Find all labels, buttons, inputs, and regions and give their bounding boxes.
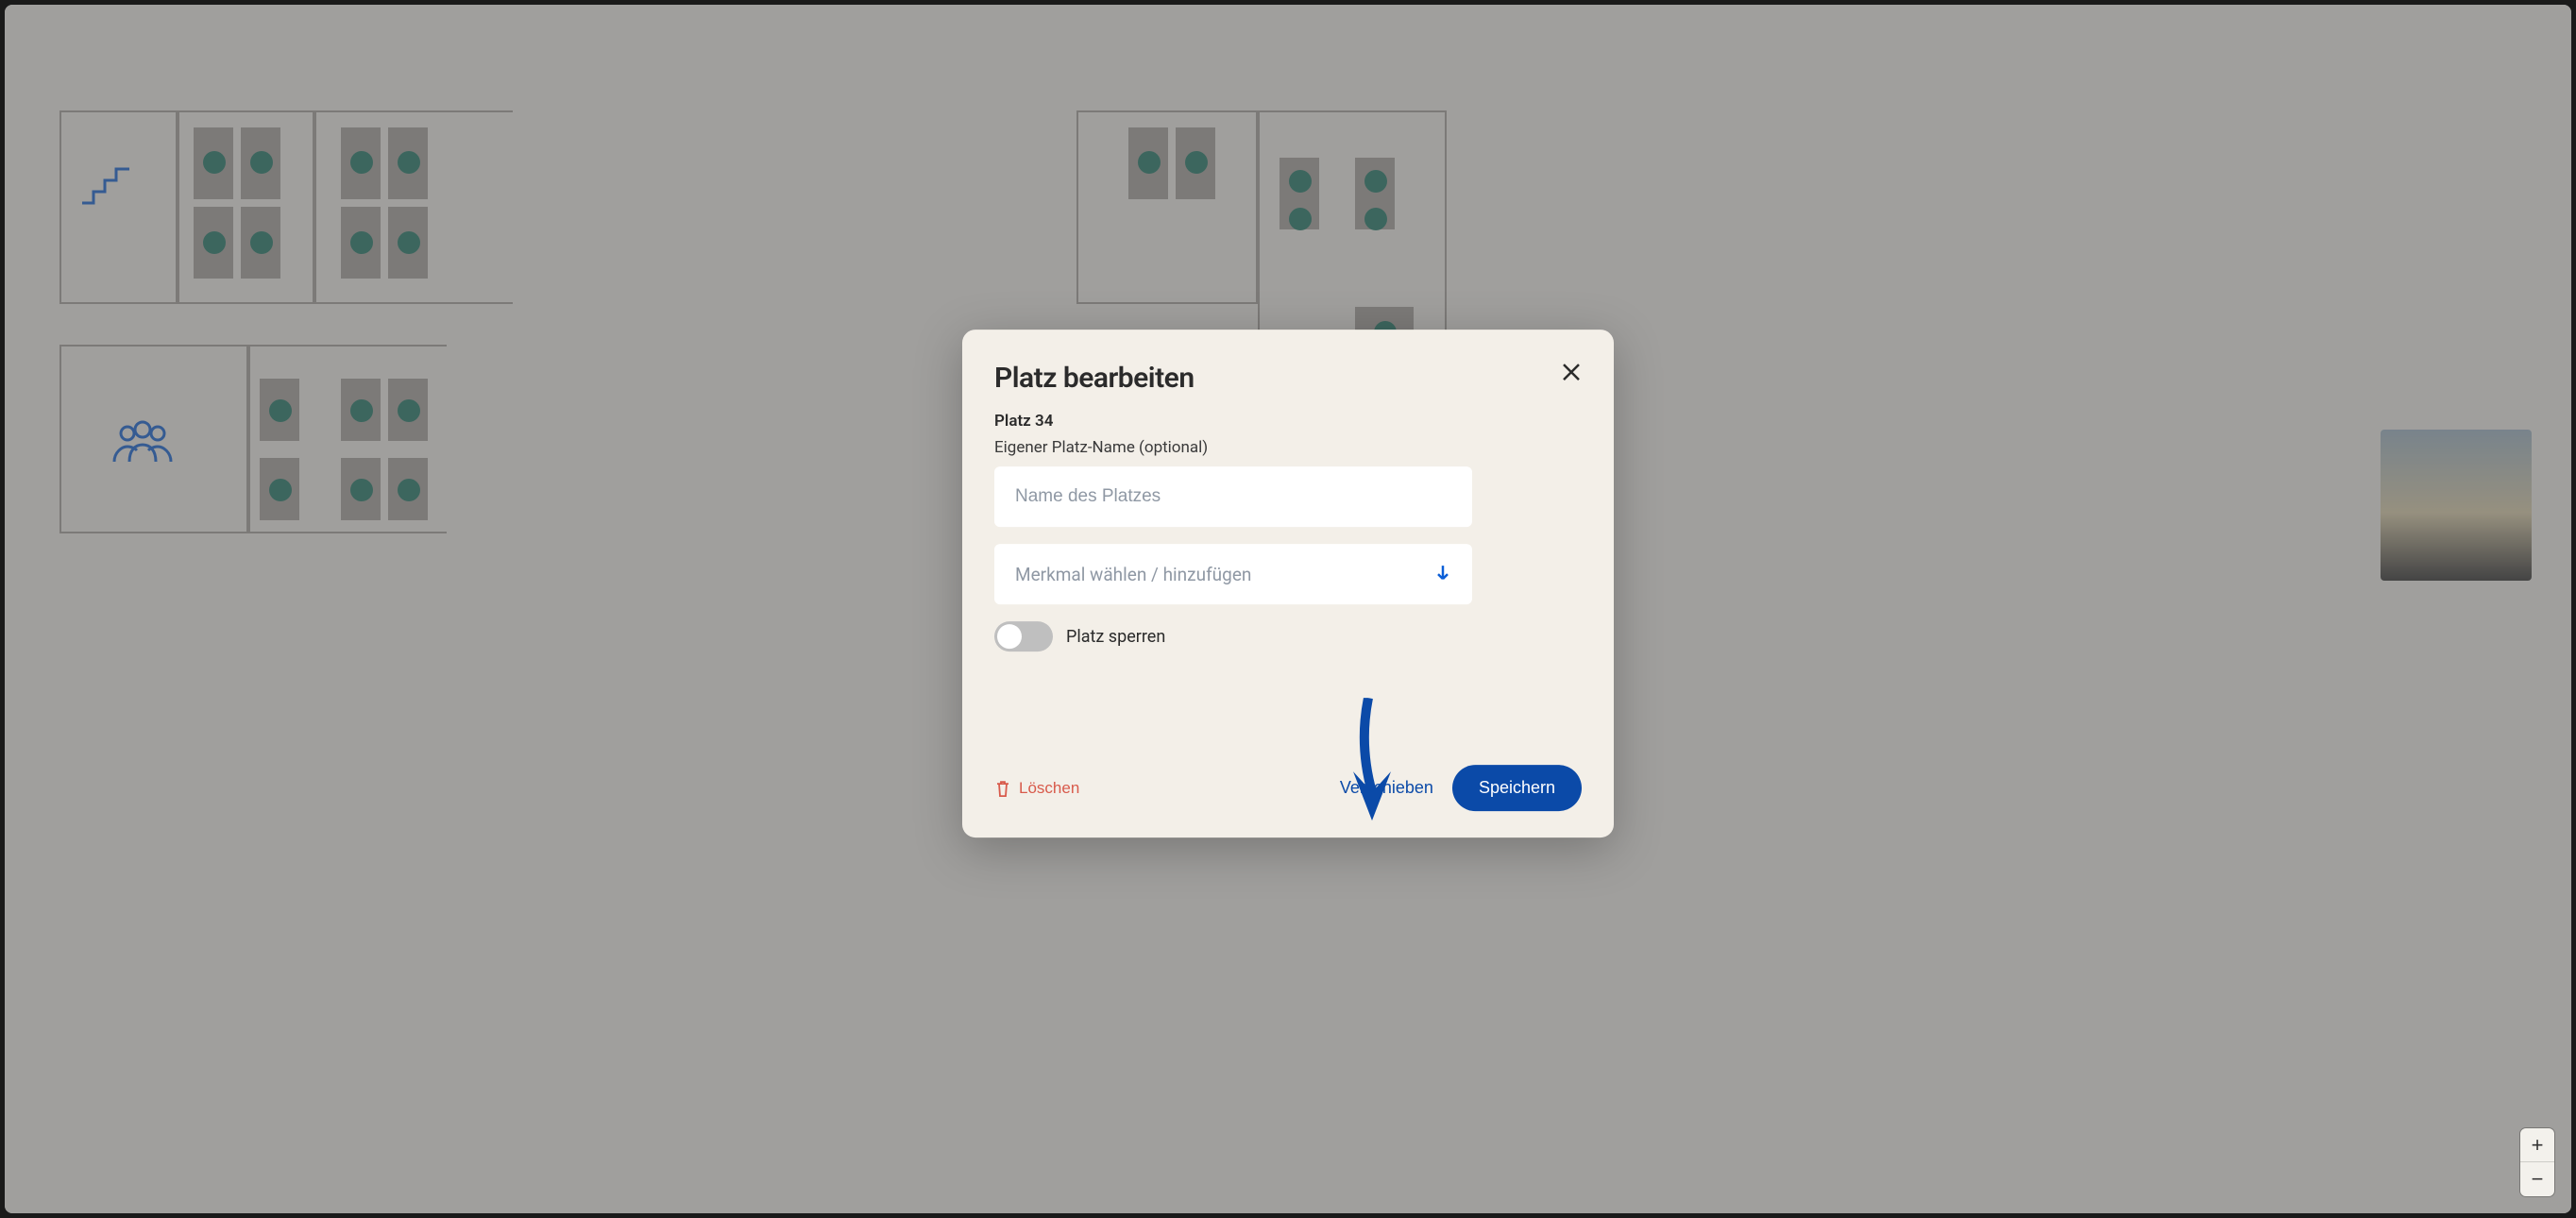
close-button[interactable]	[1557, 358, 1585, 386]
feature-select[interactable]: Merkmal wählen / hinzufügen	[994, 544, 1472, 604]
lock-seat-label: Platz sperren	[1066, 627, 1165, 647]
zoom-in-button[interactable]: +	[2520, 1128, 2554, 1162]
seat-name-input[interactable]	[994, 466, 1472, 527]
modal-title: Platz bearbeiten	[994, 362, 1582, 395]
lock-seat-toggle[interactable]	[994, 621, 1053, 651]
edit-seat-modal: Platz bearbeiten Platz 34 Eigener Platz-…	[962, 330, 1614, 837]
seat-identifier: Platz 34	[994, 412, 1582, 431]
zoom-out-button[interactable]: −	[2520, 1162, 2554, 1196]
toggle-knob	[997, 624, 1022, 649]
delete-button[interactable]: Löschen	[994, 779, 1079, 798]
move-button[interactable]: Verschieben	[1340, 778, 1433, 798]
zoom-controls: + −	[2520, 1128, 2554, 1196]
feature-select-placeholder: Merkmal wählen / hinzufügen	[1015, 564, 1251, 585]
arrow-down-icon	[1434, 564, 1451, 585]
save-button[interactable]: Speichern	[1452, 765, 1582, 811]
delete-label: Löschen	[1019, 779, 1079, 798]
trash-icon	[994, 779, 1011, 798]
name-field-label: Eigener Platz-Name (optional)	[994, 438, 1582, 457]
close-icon	[1561, 362, 1582, 382]
